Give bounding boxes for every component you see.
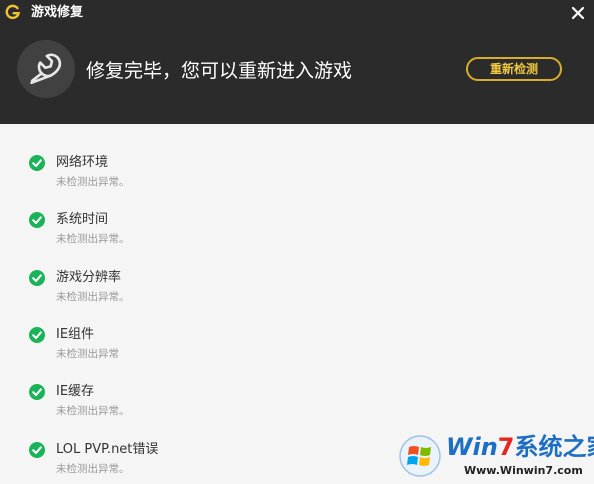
list-item: 系统时间 未检测出异常。 (0, 181, 400, 245)
check-icon (29, 442, 45, 458)
watermark: Win7系统之家 Www.Winwin7.com (394, 430, 594, 484)
check-icon (29, 384, 45, 400)
watermark-title-win: Win (446, 433, 498, 461)
wrench-icon (30, 53, 62, 85)
window-title: 游戏修复 (31, 5, 84, 20)
list-item: IE缓存 未检测出异常。 (0, 353, 400, 417)
header-panel: 游戏修复 修复完毕，您可以重新进入游戏 重新检测 (0, 0, 594, 124)
watermark-title-seven: 7 (497, 433, 515, 461)
check-icon (29, 155, 45, 171)
item-name: 网络环境 (56, 155, 109, 170)
item-name: 系统时间 (56, 212, 109, 227)
game-repair-window: 游戏修复 修复完毕，您可以重新进入游戏 重新检测 网络环境 未检测出异常。 系统… (0, 0, 594, 484)
repair-status-icon (17, 40, 75, 98)
list-item: 游戏分辨率 未检测出异常。 (0, 239, 400, 303)
item-desc: 未检测出异常。 (56, 463, 130, 475)
rescan-button[interactable]: 重新检测 (466, 57, 562, 81)
watermark-title-rest: 系统之家 (514, 433, 594, 461)
check-icon (29, 270, 45, 286)
list-item: LOL PVP.net错误 未检测出异常。 (0, 411, 400, 475)
item-name: LOL PVP.net错误 (56, 442, 159, 457)
app-logo-icon (5, 4, 21, 20)
close-icon[interactable] (568, 3, 588, 23)
item-name: IE缓存 (56, 384, 95, 399)
watermark-url: Www.Winwin7.com (464, 464, 583, 477)
item-name: IE组件 (56, 327, 95, 342)
status-title: 修复完毕，您可以重新进入游戏 (86, 60, 353, 82)
list-item: 网络环境 未检测出异常。 (0, 124, 400, 188)
windows-logo-icon (399, 435, 441, 477)
title-bar[interactable]: 游戏修复 (0, 0, 594, 26)
check-icon (29, 327, 45, 343)
watermark-title: Win7系统之家 (446, 432, 594, 462)
check-icon (29, 212, 45, 228)
list-item: IE组件 未检测出异常 (0, 296, 400, 360)
item-name: 游戏分辨率 (56, 270, 122, 285)
